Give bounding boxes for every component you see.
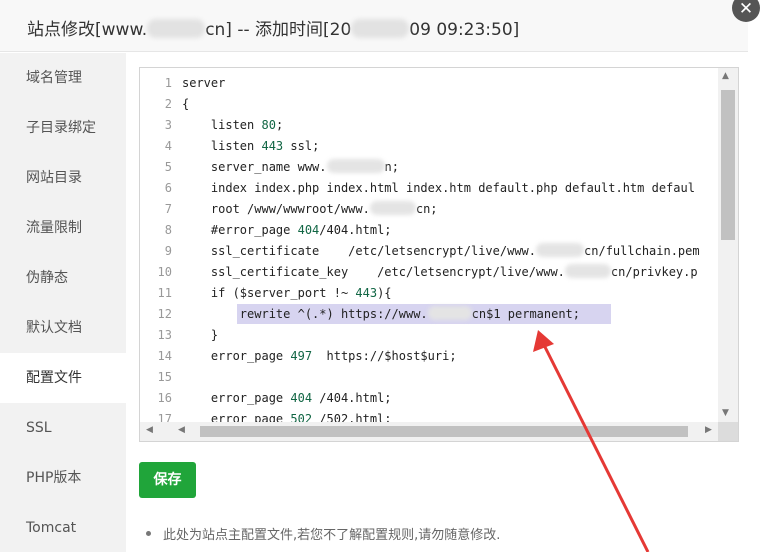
annotation-arrow-icon — [533, 330, 650, 552]
arrow-shaft — [541, 342, 650, 552]
arrow-head — [533, 330, 554, 352]
